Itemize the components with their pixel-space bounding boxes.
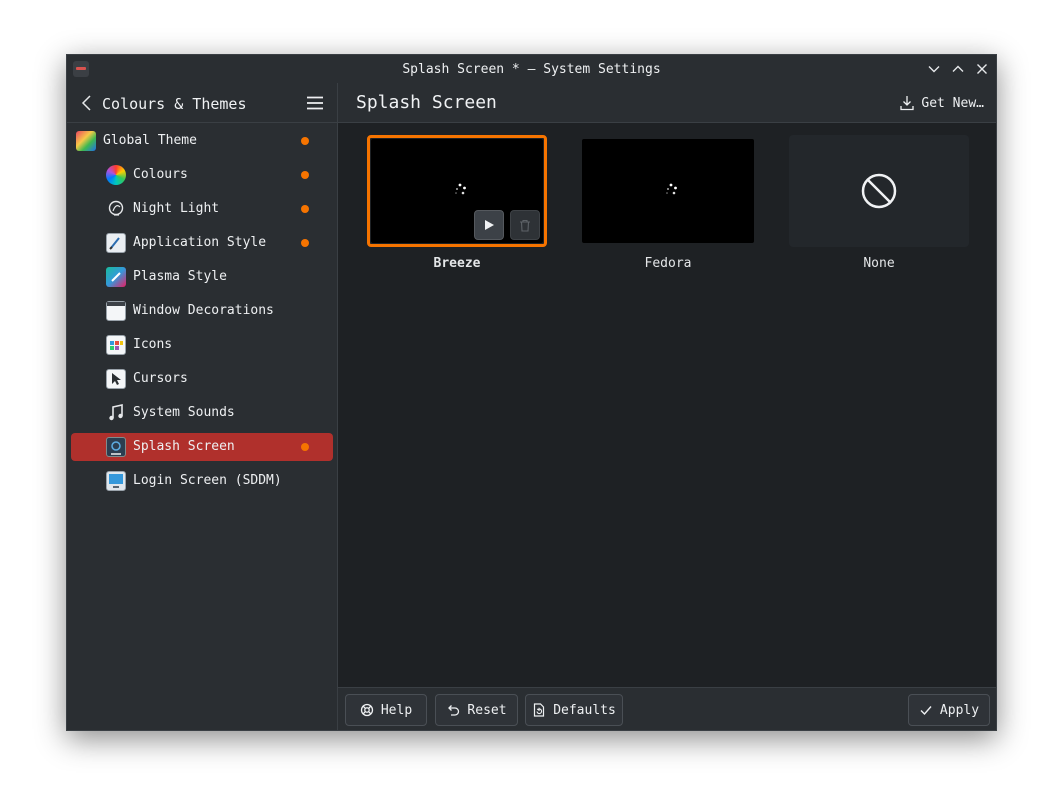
window-title: Splash Screen * — System Settings <box>402 61 661 77</box>
system-settings-window: Splash Screen * — System Settings Colour… <box>66 54 997 731</box>
theme-card-none[interactable] <box>789 135 969 247</box>
page-title: Splash Screen <box>356 92 497 113</box>
sidebar-item-label: Global Theme <box>103 133 197 148</box>
sidebar-item-label: Icons <box>133 337 173 352</box>
modified-indicator <box>301 239 309 247</box>
help-button[interactable]: Help <box>345 694 427 726</box>
title-bar[interactable]: Splash Screen * — System Settings <box>67 55 996 83</box>
chevron-left-icon <box>81 95 91 111</box>
sidebar-item-icons[interactable]: Icons <box>71 331 333 359</box>
sidebar-item-global-theme[interactable]: Global Theme <box>71 127 333 155</box>
close-icon <box>977 64 987 74</box>
chevron-up-icon <box>952 65 964 72</box>
theme-label-breeze: Breeze <box>433 256 481 271</box>
sidebar-item-plasma-style[interactable]: Plasma Style <box>71 263 333 291</box>
global-theme-icon <box>76 131 96 151</box>
colours-icon <box>106 165 126 185</box>
sidebar-item-label: Login Screen (SDDM) <box>133 473 282 488</box>
sidebar-item-splash-screen[interactable]: Splash Screen <box>71 433 333 461</box>
undo-icon <box>448 705 460 716</box>
download-icon <box>900 96 915 111</box>
no-entry-icon <box>861 173 897 209</box>
main-header: Splash Screen Get New… <box>338 83 996 123</box>
sidebar-item-label: Cursors <box>133 371 188 386</box>
application-style-icon <box>106 233 126 253</box>
sidebar-item-application-style[interactable]: Application Style <box>71 229 333 257</box>
theme-label-fedora: Fedora <box>644 256 692 271</box>
reset-label: Reset <box>467 702 507 718</box>
document-revert-icon <box>534 703 545 717</box>
apply-button[interactable]: Apply <box>908 694 990 726</box>
sidebar-item-login-screen[interactable]: Login Screen (SDDM) <box>71 467 333 495</box>
preview-button[interactable] <box>474 210 504 240</box>
sidebar-item-window-decorations[interactable]: Window Decorations <box>71 297 333 325</box>
sidebar-item-system-sounds[interactable]: System Sounds <box>71 399 333 427</box>
close-button[interactable] <box>972 59 992 79</box>
hamburger-menu-button[interactable] <box>305 93 325 113</box>
trash-icon <box>520 219 530 232</box>
theme-card-breeze[interactable] <box>367 135 547 247</box>
apply-label: Apply <box>939 702 980 718</box>
window-decorations-icon <box>106 301 126 321</box>
sidebar-item-colours[interactable]: Colours <box>71 161 333 189</box>
splash-screen-icon <box>106 437 126 457</box>
sidebar-header: Colours & Themes <box>67 83 338 123</box>
modified-indicator <box>301 171 309 179</box>
minimize-button[interactable] <box>924 59 944 79</box>
reset-button[interactable]: Reset <box>435 694 518 726</box>
modified-indicator <box>301 443 309 451</box>
play-icon <box>485 220 494 230</box>
modified-indicator <box>301 137 309 145</box>
cursors-icon <box>106 369 126 389</box>
sidebar-item-label: Night Light <box>133 201 220 216</box>
defaults-label: Defaults <box>553 702 616 718</box>
sidebar-item-label: Window Decorations <box>133 303 274 318</box>
help-icon <box>360 703 373 717</box>
modified-indicator <box>301 205 309 213</box>
sidebar-title: Colours & Themes <box>102 95 247 113</box>
sidebar-item-label: Splash Screen <box>133 439 235 454</box>
sidebar-item-label: Application Style <box>133 235 267 250</box>
icons-icon <box>106 335 126 355</box>
spinner-icon <box>666 183 677 195</box>
theme-label-none: None <box>863 256 895 271</box>
app-icon[interactable] <box>73 61 89 77</box>
theme-preview-breeze <box>371 139 543 243</box>
sidebar-item-cursors[interactable]: Cursors <box>71 365 333 393</box>
system-sounds-icon <box>106 403 126 423</box>
get-new-label: Get New… <box>921 95 984 111</box>
back-button[interactable] <box>77 93 97 113</box>
footer-bar: Help Reset Defaults Apply <box>338 687 996 730</box>
spinner-icon <box>455 183 466 195</box>
chevron-down-icon <box>928 66 940 73</box>
get-new-button[interactable]: Get New… <box>899 92 984 114</box>
login-screen-icon <box>106 471 126 491</box>
theme-card-fedora[interactable] <box>578 135 758 247</box>
help-label: Help <box>380 702 413 718</box>
splash-theme-grid: Breeze Fedora None <box>338 123 996 687</box>
checkmark-icon <box>920 706 932 716</box>
sidebar-item-night-light[interactable]: Night Light <box>71 195 333 223</box>
sidebar-item-label: Colours <box>133 167 188 182</box>
defaults-button[interactable]: Defaults <box>525 694 623 726</box>
sidebar: Global Theme Colours Night Light Applica… <box>67 123 338 730</box>
maximize-button[interactable] <box>948 59 968 79</box>
plasma-style-icon <box>106 267 126 287</box>
theme-preview-fedora <box>582 139 754 243</box>
delete-button[interactable] <box>510 210 540 240</box>
sidebar-item-label: System Sounds <box>133 405 235 420</box>
night-light-icon <box>106 199 126 219</box>
sidebar-item-label: Plasma Style <box>133 269 227 284</box>
hamburger-menu-icon <box>307 96 323 110</box>
